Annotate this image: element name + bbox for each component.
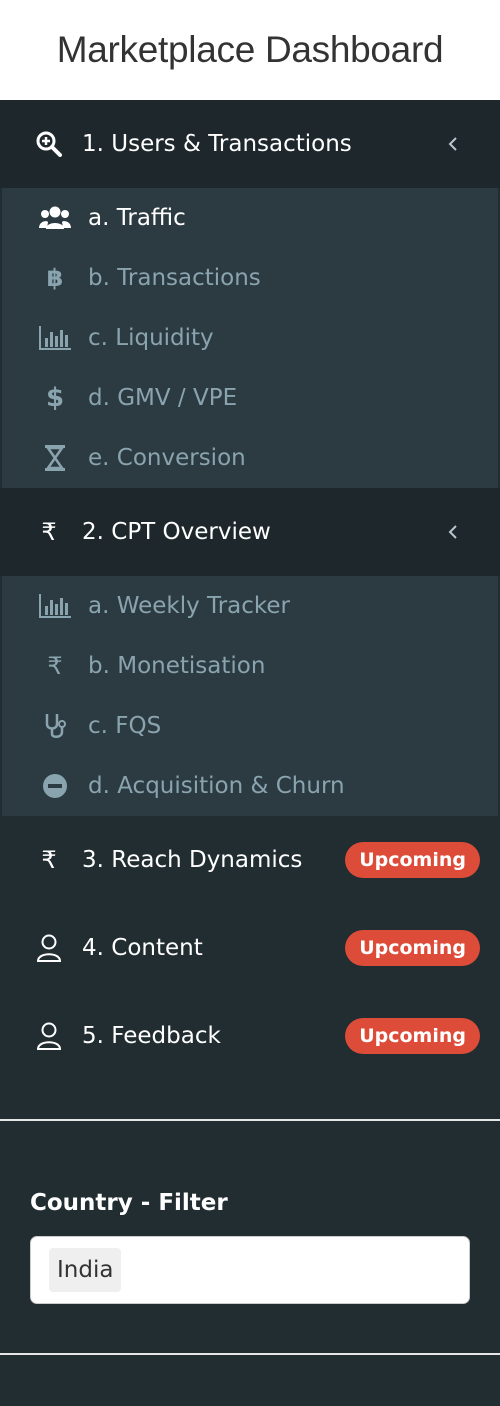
app-header: Marketplace Dashboard bbox=[0, 0, 500, 100]
sidebar-section-label: 5. Feedback bbox=[82, 1023, 221, 1049]
sidebar-section-feedback[interactable]: 5. Feedback Upcoming bbox=[0, 992, 500, 1080]
sidebar-section-label: 4. Content bbox=[82, 935, 203, 961]
sidebar-item-weekly-tracker[interactable]: a. Weekly Tracker bbox=[2, 576, 498, 636]
sidebar-section-reach-dynamics[interactable]: ₹ 3. Reach Dynamics Upcoming bbox=[0, 816, 500, 904]
chevron-left-icon bbox=[446, 134, 460, 154]
sidebar-item-monetisation[interactable]: ₹ b. Monetisation bbox=[2, 636, 498, 696]
sidebar-item-acquisition-churn[interactable]: d. Acquisition & Churn bbox=[2, 756, 498, 816]
sidebar-item-label: c. Liquidity bbox=[88, 325, 214, 351]
sidebar-item-label: d. GMV / VPE bbox=[88, 385, 238, 411]
rupee-icon: ₹ bbox=[47, 652, 63, 680]
users-icon bbox=[38, 201, 72, 235]
sidebar-item-liquidity[interactable]: c. Liquidity bbox=[2, 308, 498, 368]
sidebar-section-label: 3. Reach Dynamics bbox=[82, 847, 303, 873]
sidebar-item-fqs[interactable]: c. FQS bbox=[2, 696, 498, 756]
stethoscope-icon bbox=[38, 709, 72, 743]
user-icon bbox=[32, 931, 66, 965]
sidebar-section-label: 1. Users & Transactions bbox=[82, 131, 352, 157]
selected-country-chip[interactable]: India bbox=[49, 1248, 122, 1292]
bar-chart-icon bbox=[38, 321, 72, 355]
country-filter-select[interactable]: India bbox=[30, 1236, 470, 1304]
upcoming-badge: Upcoming bbox=[345, 930, 480, 966]
submenu-cpt-overview: a. Weekly Tracker ₹ b. Monetisation c. F… bbox=[2, 576, 498, 816]
sidebar-section-content[interactable]: 4. Content Upcoming bbox=[0, 904, 500, 992]
app-title: Marketplace Dashboard bbox=[56, 29, 444, 70]
user-icon bbox=[32, 1019, 66, 1053]
dollar-icon: $ bbox=[45, 383, 65, 413]
sidebar-item-label: b. Transactions bbox=[88, 265, 261, 291]
hourglass-icon bbox=[38, 441, 72, 475]
divider bbox=[0, 1119, 500, 1121]
sidebar-section-cpt-overview[interactable]: ₹ 2. CPT Overview bbox=[0, 488, 500, 576]
sidebar-item-label: b. Monetisation bbox=[88, 653, 266, 679]
search-plus-icon bbox=[32, 127, 66, 161]
bar-chart-icon bbox=[38, 589, 72, 623]
divider bbox=[0, 1353, 500, 1355]
sidebar-item-transactions[interactable]: ฿ b. Transactions bbox=[2, 248, 498, 308]
sidebar-item-label: c. FQS bbox=[88, 713, 162, 739]
minus-circle-icon bbox=[38, 769, 72, 803]
sidebar-item-gmv-vpe[interactable]: $ d. GMV / VPE bbox=[2, 368, 498, 428]
upcoming-badge: Upcoming bbox=[345, 1018, 480, 1054]
upcoming-badge: Upcoming bbox=[345, 842, 480, 878]
sidebar-item-label: d. Acquisition & Churn bbox=[88, 773, 345, 799]
sidebar-item-label: a. Traffic bbox=[88, 205, 186, 231]
submenu-users-transactions: a. Traffic ฿ b. Transactions c. Liquidit… bbox=[2, 188, 498, 488]
chevron-left-icon bbox=[446, 522, 460, 542]
sidebar-section-label: 2. CPT Overview bbox=[82, 519, 271, 545]
sidebar-item-label: e. Conversion bbox=[88, 445, 246, 471]
sidebar-section-users-transactions[interactable]: 1. Users & Transactions bbox=[0, 100, 500, 188]
country-filter-label: Country - Filter bbox=[30, 1190, 228, 1216]
sidebar-item-traffic[interactable]: a. Traffic bbox=[2, 188, 498, 248]
sidebar-item-label: a. Weekly Tracker bbox=[88, 593, 291, 619]
rupee-icon: ₹ bbox=[41, 518, 57, 546]
rupee-icon: ₹ bbox=[41, 846, 57, 874]
sidebar-item-conversion[interactable]: e. Conversion bbox=[2, 428, 498, 488]
bitcoin-icon: ฿ bbox=[46, 264, 64, 292]
